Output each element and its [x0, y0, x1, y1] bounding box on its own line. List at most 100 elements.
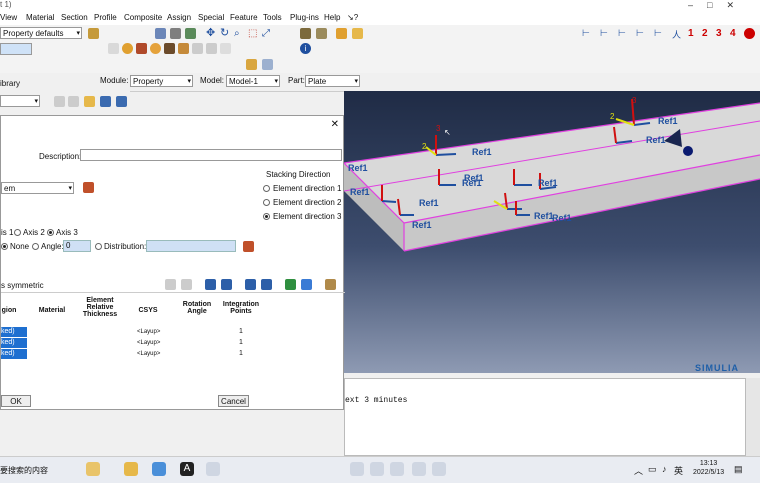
tree-grid-icon[interactable] [100, 96, 111, 107]
ime-language[interactable]: 英 [674, 464, 683, 477]
tree-filter-icon[interactable] [54, 96, 65, 107]
tray-zoom-icon[interactable] [350, 462, 364, 476]
menu-view[interactable]: View [0, 13, 17, 22]
taskbar-search-input[interactable]: 要搜索的内容 [0, 465, 48, 476]
stacking-dir-2-radio[interactable] [263, 199, 270, 206]
model-select[interactable]: Model-1 ▾ [226, 75, 280, 87]
system-clock[interactable]: 13:13 2022/5/13 [693, 459, 724, 477]
query-icon[interactable] [108, 43, 119, 54]
table-edit-icon[interactable] [325, 279, 336, 290]
region-cell[interactable]: ked) [1, 327, 27, 337]
integration-cell[interactable]: 1 [239, 339, 243, 346]
table-remove-icon[interactable] [181, 279, 192, 290]
menu-tools[interactable]: Tools [263, 13, 282, 22]
select-options-icon[interactable] [206, 43, 217, 54]
task-view-icon[interactable] [206, 462, 220, 476]
view-cut-icon[interactable] [300, 28, 311, 39]
notification-icon[interactable]: ▤ [734, 464, 743, 475]
box-zoom-icon[interactable]: ⬚ [248, 28, 259, 39]
table-move-down-icon[interactable] [301, 279, 312, 290]
part-select[interactable]: Plate ▾ [305, 75, 360, 87]
sphere-icon[interactable] [122, 43, 133, 54]
module-select[interactable]: Property ▾ [130, 75, 193, 87]
menu-feature[interactable]: Feature [230, 13, 258, 22]
distribution-select[interactable] [146, 240, 236, 252]
table-copy-icon[interactable] [245, 279, 256, 290]
auto-fit-icon[interactable]: ⤢ [262, 28, 273, 39]
table-insert-icon[interactable] [205, 279, 216, 290]
view-2-button[interactable]: 2 [702, 28, 708, 39]
integration-cell[interactable]: 1 [239, 350, 243, 357]
tree-lightbulb-icon[interactable] [84, 96, 95, 107]
menu-profile[interactable]: Profile [94, 13, 117, 22]
view-record-icon[interactable] [744, 28, 755, 39]
csys-pick-icon[interactable] [83, 182, 94, 193]
maximize-icon[interactable]: □ [707, 0, 726, 10]
tree-collapse-icon[interactable] [68, 96, 79, 107]
render-style-icon[interactable] [88, 28, 99, 39]
table-add-icon[interactable] [165, 279, 176, 290]
triad-default-icon[interactable]: 人 [672, 28, 683, 40]
pdf-app-icon[interactable]: A [180, 462, 194, 476]
csys-cell[interactable]: <Layup> [137, 351, 160, 357]
tree-table-icon[interactable] [116, 96, 127, 107]
menu-plugins[interactable]: Plug-ins [290, 13, 319, 22]
message-area[interactable]: ext 3 minutes [344, 378, 746, 456]
view-3-button[interactable]: 3 [716, 28, 722, 39]
distribution-pick-icon[interactable] [243, 241, 254, 252]
csys-cell[interactable]: <Layup> [137, 329, 160, 335]
stacking-dir-3-radio[interactable] [263, 213, 270, 220]
close-icon[interactable]: ✕ [331, 119, 339, 130]
tray-zoom-out-icon[interactable] [370, 462, 384, 476]
view-1-button[interactable]: 1 [688, 28, 694, 39]
axis-2-radio[interactable] [14, 229, 21, 236]
close-icon[interactable]: ✕ [726, 0, 748, 10]
triad-x-icon[interactable]: ⊢ [582, 28, 593, 39]
iso-view-icon[interactable] [336, 28, 347, 39]
tray-fullscreen-icon[interactable] [432, 462, 446, 476]
rotate-icon[interactable]: ↻ [220, 28, 231, 39]
triad-y-icon[interactable]: ⊢ [600, 28, 611, 39]
info-icon[interactable]: i [300, 43, 311, 54]
wireframe-icon[interactable] [170, 28, 181, 39]
tray-speaker-icon[interactable]: ♪ [662, 464, 667, 474]
distribution-radio[interactable] [95, 243, 102, 250]
window-controls[interactable]: –□✕ [688, 0, 748, 11]
cancel-button[interactable]: Cancel [218, 395, 249, 407]
graphics-viewport[interactable]: Ref1 2 3 Ref1 Ref1 Ref1 Ref1 Ref1 Ref1 R… [344, 91, 760, 373]
display-group-icon[interactable] [220, 43, 231, 54]
property-defaults-select[interactable]: Property defaults ▾ [0, 27, 82, 39]
selection-field[interactable] [0, 43, 32, 55]
shaded-view-icon[interactable] [155, 28, 166, 39]
pan-icon[interactable]: ✥ [206, 28, 217, 39]
tray-chevron-icon[interactable]: ︿ [634, 464, 643, 477]
axis-3-radio[interactable] [47, 229, 54, 236]
triad-free-icon[interactable]: ⊢ [654, 28, 665, 39]
context-help-icon[interactable]: ↘? [347, 13, 358, 22]
description-input[interactable] [80, 149, 342, 161]
attribute-icon[interactable] [262, 59, 273, 70]
minimize-icon[interactable]: – [688, 0, 707, 10]
csys-cell[interactable]: <Layup> [137, 340, 160, 346]
menu-assign[interactable]: Assign [167, 13, 191, 22]
hidden-line-icon[interactable] [185, 28, 196, 39]
rotation-angle-input[interactable]: 0 [63, 240, 91, 252]
tray-network-icon[interactable]: ▭ [648, 464, 657, 475]
integration-cell[interactable]: 1 [239, 328, 243, 335]
csys-select[interactable]: em ▾ [1, 182, 74, 194]
tray-expand-icon[interactable] [412, 462, 426, 476]
table-append-icon[interactable] [221, 279, 232, 290]
select-filter-icon[interactable] [192, 43, 203, 54]
select-arrow-icon[interactable] [164, 43, 175, 54]
tray-window-icon[interactable] [390, 462, 404, 476]
view-cut-options-icon[interactable] [316, 28, 327, 39]
assign-icon[interactable] [246, 59, 257, 70]
menu-material[interactable]: Material [26, 13, 54, 22]
stacking-dir-1-radio[interactable] [263, 185, 270, 192]
rotation-angle-radio[interactable] [32, 243, 39, 250]
tree-filter-select[interactable]: ▾ [0, 95, 40, 107]
select-box-icon[interactable] [178, 43, 189, 54]
menu-composite[interactable]: Composite [124, 13, 162, 22]
triad-iso-icon[interactable]: ⊢ [636, 28, 647, 39]
ok-button[interactable]: OK [1, 395, 31, 407]
